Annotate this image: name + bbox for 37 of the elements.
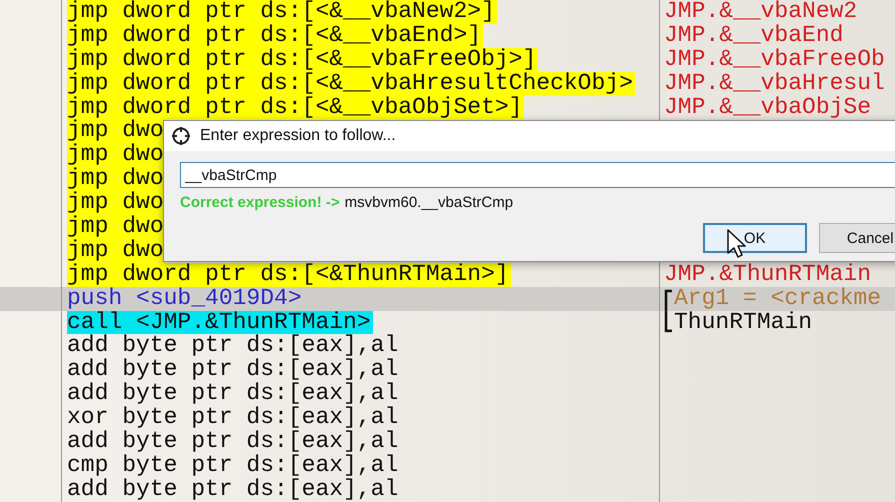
instruction-text: add byte ptr ds:[eax],al [67, 382, 400, 406]
instruction-text: jmp dword ptr ds:[<&__vbaObjSet>] [67, 96, 524, 120]
comment-text: JMP.&__vbaObjSe [664, 96, 872, 120]
instruction-text: jmp dword ptr ds:[<&__vbaNew2>] [67, 0, 497, 24]
instruction-text: jmp dwo [67, 143, 166, 168]
ok-button[interactable]: OK [703, 223, 807, 253]
instruction-text: jmp dwo [67, 215, 166, 239]
comment-text: Arg1 = <crackme [674, 286, 882, 311]
instruction-text: add byte ptr ds:[eax],al [67, 478, 400, 502]
crosshair-icon [171, 126, 191, 146]
instruction-text: add byte ptr ds:[eax],al [67, 430, 400, 454]
instruction-text: push <sub_4019D4> [67, 286, 303, 311]
comment-text: ThunRTMain [674, 310, 812, 334]
expression-field[interactable]: __vbaStrCmp [180, 162, 895, 188]
dialog-title: Enter expression to follow... [200, 127, 396, 145]
comment-text: JMP.&__vbaFreeOb [664, 48, 885, 72]
instruction-text: jmp dword ptr ds:[<&__vbaFreeObj>] [67, 48, 538, 72]
instruction-text: xor byte ptr ds:[eax],al [67, 406, 400, 430]
instruction-text: cmp byte ptr ds:[eax],al [67, 454, 400, 478]
instruction-text: jmp dwo [67, 238, 166, 263]
instruction-text: jmp dwo [67, 191, 166, 216]
instruction-text: add byte ptr ds:[eax],al [67, 334, 400, 358]
instruction-text: jmp dword ptr ds:[<&ThunRTMain>] [67, 262, 511, 287]
instruction-text: jmp dword ptr ds:[<&__vbaEnd>] [67, 24, 484, 48]
comment-text: JMP.&__vbaNew2 [664, 0, 858, 24]
instruction-text: jmp dwo [67, 119, 166, 144]
instruction-text: add byte ptr ds:[eax],al [67, 358, 400, 382]
status-text: Correct expression! -> [180, 194, 340, 212]
result-text: msvbvm60.__vbaStrCmp [344, 194, 514, 212]
comment-text: JMP.&__vbaHresul [664, 72, 885, 96]
selected-row[interactable]: push <sub_4019D4> Arg1 = <crackme [0, 286, 895, 311]
comment-text: JMP.&__vbaEnd [664, 24, 844, 48]
comment-text: JMP.&ThunRTMain [664, 262, 872, 287]
cancel-button[interactable]: Cancel [818, 223, 895, 253]
instruction-text: call <JMP.&ThunRTMain> [67, 310, 373, 334]
instruction-text: jmp dwo [67, 167, 166, 192]
instruction-text: jmp dword ptr ds:[<&__vbaHresultCheckObj> [67, 72, 635, 96]
